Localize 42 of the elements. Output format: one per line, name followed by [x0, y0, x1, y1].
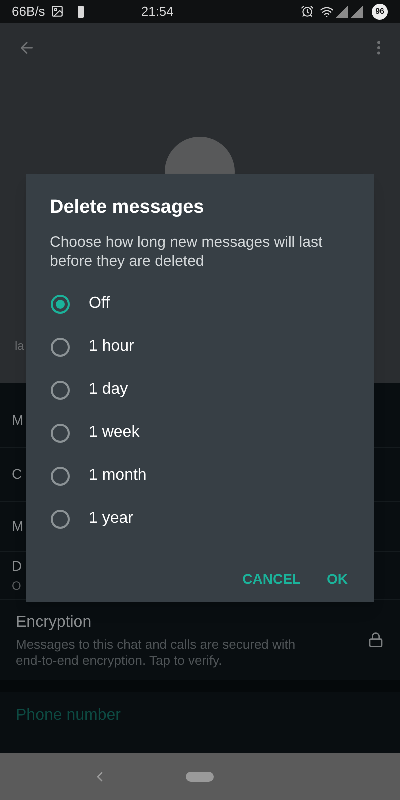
- radio-button[interactable]: [51, 294, 70, 314]
- radio-option[interactable]: 1 year: [26, 498, 374, 540]
- section-title: Phone number: [16, 706, 121, 726]
- setting-title: D: [12, 557, 22, 576]
- radio-button[interactable]: [51, 424, 70, 442]
- radio-button[interactable]: [51, 466, 70, 486]
- network-speed: 66B/s: [12, 2, 46, 21]
- dialog-title: Delete messages: [49, 196, 206, 220]
- wifi-icon: [320, 4, 334, 18]
- encryption-title: Encryption: [16, 613, 93, 633]
- radio-option[interactable]: 1 day: [26, 368, 374, 412]
- signal-icon: [336, 6, 364, 18]
- radio-button[interactable]: [51, 338, 70, 356]
- setting-value: O: [12, 578, 22, 595]
- option-label: 1 day: [89, 380, 128, 400]
- dialog-description: Choose how long new messages will last before they are deleted: [49, 232, 324, 270]
- radio-button[interactable]: [51, 510, 70, 528]
- back-icon[interactable]: [18, 39, 36, 57]
- alarm-icon: [301, 5, 314, 18]
- image-icon: [51, 5, 64, 18]
- radio-button[interactable]: [51, 380, 70, 400]
- home-button[interactable]: [186, 772, 214, 782]
- lock-icon: [368, 632, 384, 648]
- battery-icon: [78, 6, 84, 18]
- clock-time: 21:54: [141, 2, 174, 21]
- radio-option[interactable]: 1 month: [26, 454, 374, 498]
- option-label: 1 year: [89, 509, 134, 529]
- setting-title: M: [12, 517, 24, 536]
- setting-title: M: [12, 410, 24, 430]
- radio-option[interactable]: 1 week: [26, 412, 374, 454]
- option-label: Off: [89, 294, 110, 314]
- battery-level-badge: 96: [372, 4, 388, 20]
- option-label: 1 month: [89, 466, 147, 486]
- cancel-button[interactable]: CANCEL: [242, 568, 301, 590]
- setting-title: C: [12, 465, 22, 484]
- radio-option[interactable]: Off: [26, 282, 374, 326]
- option-label: 1 hour: [89, 337, 134, 357]
- encryption-description: Messages to this chat and calls are secured with end-to-end encryption. Tap to verify.: [16, 637, 297, 669]
- option-label: 1 week: [89, 423, 140, 443]
- ok-button[interactable]: OK: [327, 568, 348, 590]
- last-seen-text: la: [15, 338, 24, 355]
- radio-option[interactable]: 1 hour: [26, 326, 374, 368]
